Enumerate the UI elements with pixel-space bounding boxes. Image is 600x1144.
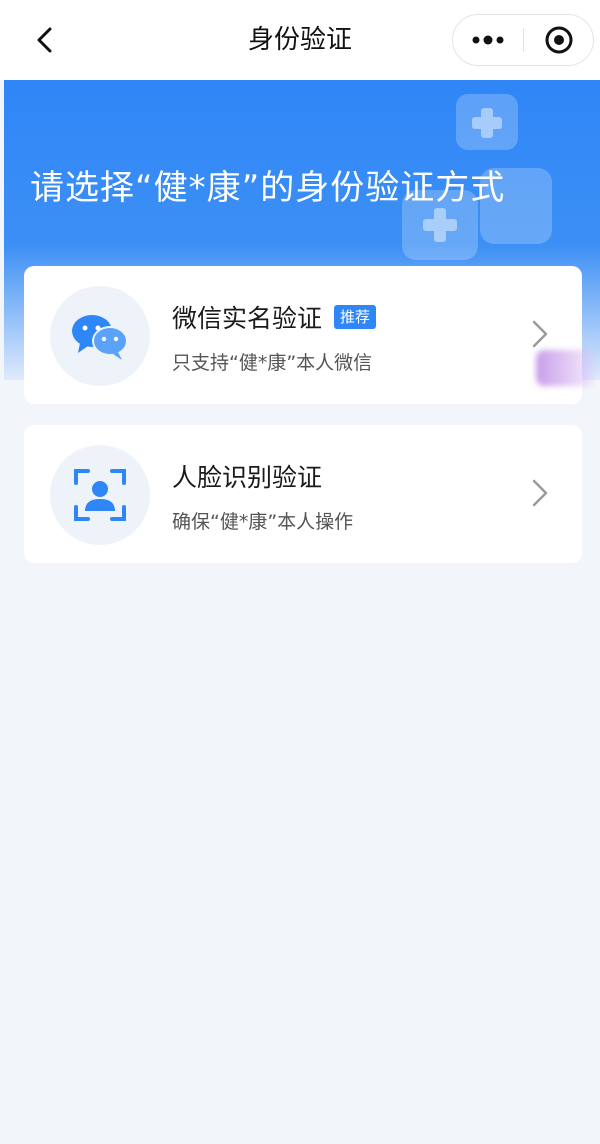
chevron-right-icon <box>532 479 548 507</box>
option-title: 人脸识别验证 <box>172 458 322 494</box>
mini-program-capsule <box>452 14 594 66</box>
close-button[interactable] <box>524 15 594 65</box>
more-button[interactable] <box>453 15 523 65</box>
chevron-right-icon <box>532 320 548 348</box>
face-scan-icon-container <box>50 445 150 545</box>
wechat-icon-container <box>50 286 150 386</box>
hero-title: 请选择“健*康”的身份验证方式 <box>30 168 506 208</box>
more-dots-icon <box>472 35 504 45</box>
face-verification-option[interactable]: 人脸识别验证 确保“健*康”本人操作 <box>24 425 582 563</box>
wechat-icon <box>72 315 128 360</box>
face-scan-icon <box>74 469 126 521</box>
wechat-verification-option[interactable]: 微信实名验证 推荐 只支持“健*康”本人微信 <box>24 266 582 404</box>
option-subtitle: 只支持“健*康”本人微信 <box>172 352 373 374</box>
navigation-bar: 身份验证 <box>0 0 600 80</box>
option-subtitle: 确保“健*康”本人操作 <box>172 511 354 533</box>
blurred-overlay <box>536 350 594 386</box>
option-title: 微信实名验证 推荐 <box>172 299 377 335</box>
option-title-text: 微信实名验证 <box>172 304 323 333</box>
back-button[interactable] <box>26 22 62 58</box>
recommended-badge: 推荐 <box>334 305 377 329</box>
target-circle-icon <box>545 26 573 54</box>
chevron-left-icon <box>37 27 52 53</box>
option-title-text: 人脸识别验证 <box>172 463 323 492</box>
